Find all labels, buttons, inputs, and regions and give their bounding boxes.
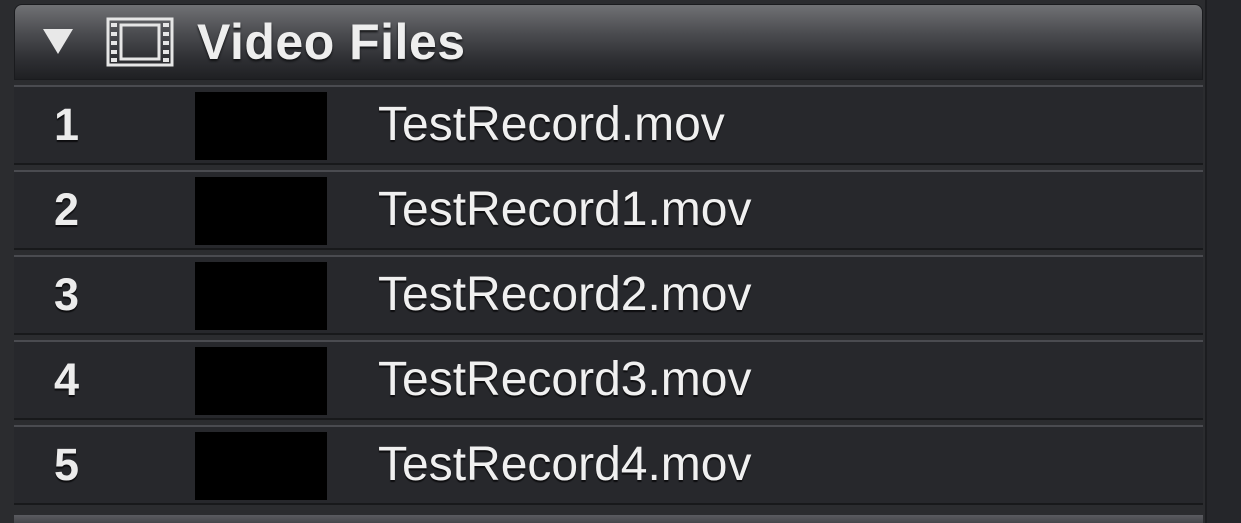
group-title: Video Files [197,14,466,70]
video-thumbnail [195,92,327,160]
video-files-panel: Video Files 1 TestRecord.mov 2 TestRecor… [14,4,1203,523]
scrollbar-track[interactable] [1205,0,1241,523]
row-index: 5 [54,439,80,490]
file-row[interactable]: 4 TestRecord3.mov [14,340,1203,420]
file-name: TestRecord.mov [378,98,725,151]
file-name: TestRecord1.mov [378,183,752,236]
file-row[interactable]: 5 TestRecord4.mov [14,425,1203,505]
row-index: 1 [54,99,80,150]
file-list: 1 TestRecord.mov 2 TestRecord1.mov 3 Tes… [14,85,1203,510]
file-row[interactable]: 2 TestRecord1.mov [14,170,1203,250]
row-index: 4 [54,354,80,405]
file-row[interactable]: 1 TestRecord.mov [14,85,1203,165]
video-thumbnail [195,432,327,500]
video-thumbnail [195,262,327,330]
film-strip-icon [106,17,174,67]
media-browser: Video Files 1 TestRecord.mov 2 TestRecor… [0,0,1241,523]
file-name: TestRecord3.mov [378,353,752,406]
group-header[interactable]: Video Files [14,4,1203,80]
video-thumbnail [195,347,327,415]
triangle-down-icon[interactable] [43,29,73,54]
next-group-header-edge [14,515,1203,523]
video-thumbnail [195,177,327,245]
file-name: TestRecord4.mov [378,438,752,491]
row-index: 2 [54,184,80,235]
row-index: 3 [54,269,80,320]
file-name: TestRecord2.mov [378,268,752,321]
file-row[interactable]: 3 TestRecord2.mov [14,255,1203,335]
